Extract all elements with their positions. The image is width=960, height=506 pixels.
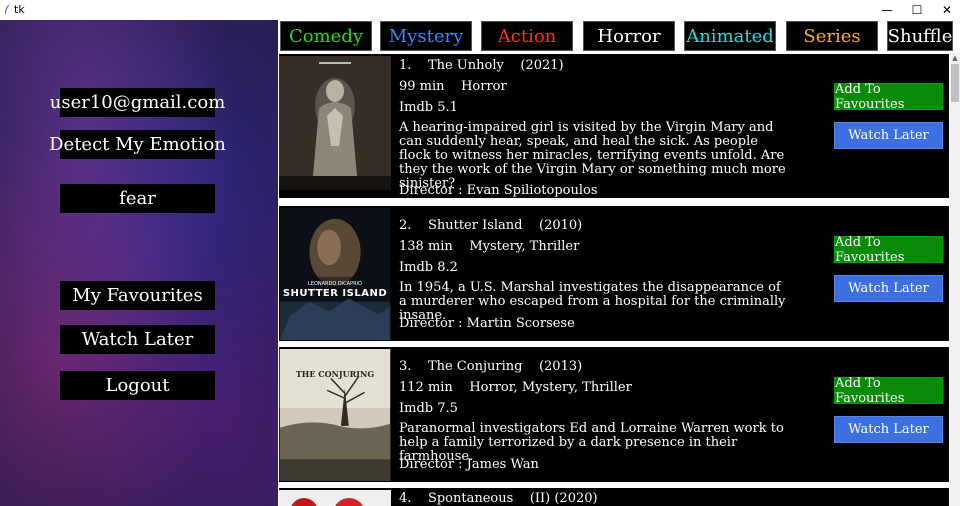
scroll-up-icon[interactable]: ▲	[950, 53, 960, 63]
vertical-scrollbar[interactable]: ▲	[950, 53, 960, 506]
minimize-button[interactable]: —	[870, 0, 904, 20]
movie-heading: 3. The Conjuring (2013)	[399, 359, 582, 374]
add-to-favourites-button[interactable]: Add To Favourites	[834, 82, 943, 112]
genre-series-button[interactable]: Series	[786, 21, 878, 51]
user-email: user10@gmail.com	[50, 88, 225, 117]
window-title: tk	[14, 3, 25, 16]
movie-year: (II) (2020)	[529, 491, 598, 506]
movie-index: 3.	[399, 359, 412, 374]
movie-year: (2010)	[539, 218, 583, 233]
movie-director: Director : Evan Spiliotopoulos	[399, 183, 598, 198]
movie-meta: 99 min Horror	[399, 79, 507, 94]
movie-runtime: 112 min	[399, 380, 453, 395]
poster-title: THE CONJURING	[295, 369, 375, 379]
watch-later-button[interactable]: Watch Later	[834, 416, 943, 443]
genre-action-button[interactable]: Action	[481, 21, 573, 51]
movie-title: Shutter Island	[427, 218, 523, 233]
movie-meta: 138 min Mystery, Thriller	[399, 239, 579, 254]
movie-runtime: 138 min	[399, 239, 453, 254]
movie-poster	[279, 56, 391, 190]
movie-poster	[279, 490, 391, 506]
movie-index: 4.	[399, 491, 412, 506]
movie-director: Director : Martin Scorsese	[399, 316, 575, 331]
movie-genres: Horror	[461, 79, 507, 94]
watch-later-button[interactable]: Watch Later	[834, 122, 943, 149]
movie-heading: 2. Shutter Island (2010)	[399, 218, 582, 233]
maximize-button[interactable]: ☐	[900, 0, 934, 20]
genre-horror-button[interactable]: Horror	[583, 21, 675, 51]
movie-card: THE CONJURING 3. The Conjuring (2013) 11…	[279, 347, 949, 482]
poster-title: SHUTTER ISLAND	[282, 288, 388, 299]
feather-icon	[5, 4, 10, 14]
movie-description: A hearing-impaired girl is visited by th…	[399, 120, 786, 191]
movie-title: The Conjuring	[427, 359, 523, 374]
movie-meta: 112 min Horror, Mystery, Thriller	[399, 380, 632, 395]
movie-imdb: Imdb 7.5	[399, 401, 458, 416]
shuffle-button[interactable]: Shuffle	[887, 21, 953, 51]
movie-card: 1. The Unholy (2021) 99 min Horror Imdb …	[279, 54, 949, 198]
genre-bar: Comedy Mystery Action Horror Animated Se…	[278, 20, 960, 53]
close-button[interactable]: ✕	[930, 0, 960, 20]
emotion-label: fear	[60, 184, 215, 213]
genre-mystery-button[interactable]: Mystery	[380, 21, 472, 51]
movie-genres: Horror, Mystery, Thriller	[469, 380, 632, 395]
add-to-favourites-button[interactable]: Add To Favourites	[834, 235, 943, 265]
logout-button[interactable]: Logout	[60, 371, 215, 400]
movie-index: 1.	[399, 58, 412, 73]
movie-card: 4. Spontaneous (II) (2020)	[279, 488, 949, 506]
genre-comedy-button[interactable]: Comedy	[280, 21, 372, 51]
movie-director: Director : James Wan	[399, 457, 539, 472]
movie-runtime: 99 min	[399, 79, 445, 94]
movie-title: Spontaneous	[427, 491, 514, 506]
scrollbar-thumb[interactable]	[951, 64, 959, 102]
movie-list: 1. The Unholy (2021) 99 min Horror Imdb …	[278, 53, 950, 506]
movie-year: (2013)	[538, 359, 583, 374]
poster-actor: LEONARDO DiCAPRIO	[308, 281, 362, 287]
sidebar-panel: user10@gmail.com Detect My Emotion fear …	[0, 20, 278, 506]
movie-heading: 1. The Unholy (2021)	[399, 58, 564, 73]
movie-imdb: Imdb 8.2	[399, 260, 458, 275]
movie-heading: 4. Spontaneous (II) (2020)	[399, 491, 598, 506]
watch-later-button[interactable]: Watch Later	[834, 275, 943, 302]
add-to-favourites-button[interactable]: Add To Favourites	[834, 376, 943, 406]
movie-index: 2.	[399, 218, 412, 233]
watch-later-button[interactable]: Watch Later	[60, 325, 215, 354]
title-bar: tk — ☐ ✕	[0, 0, 960, 21]
movie-title: The Unholy	[427, 58, 504, 73]
movie-year: (2021)	[520, 58, 564, 73]
movie-genres: Mystery, Thriller	[469, 239, 580, 254]
movie-poster	[279, 208, 391, 340]
movie-card: LEONARDO DiCAPRIO SHUTTER ISLAND 2. Shut…	[279, 206, 949, 341]
genre-animated-button[interactable]: Animated	[684, 21, 776, 51]
movie-imdb: Imdb 5.1	[399, 100, 458, 115]
detect-emotion-button[interactable]: Detect My Emotion	[49, 130, 226, 159]
my-favourites-button[interactable]: My Favourites	[60, 281, 215, 310]
